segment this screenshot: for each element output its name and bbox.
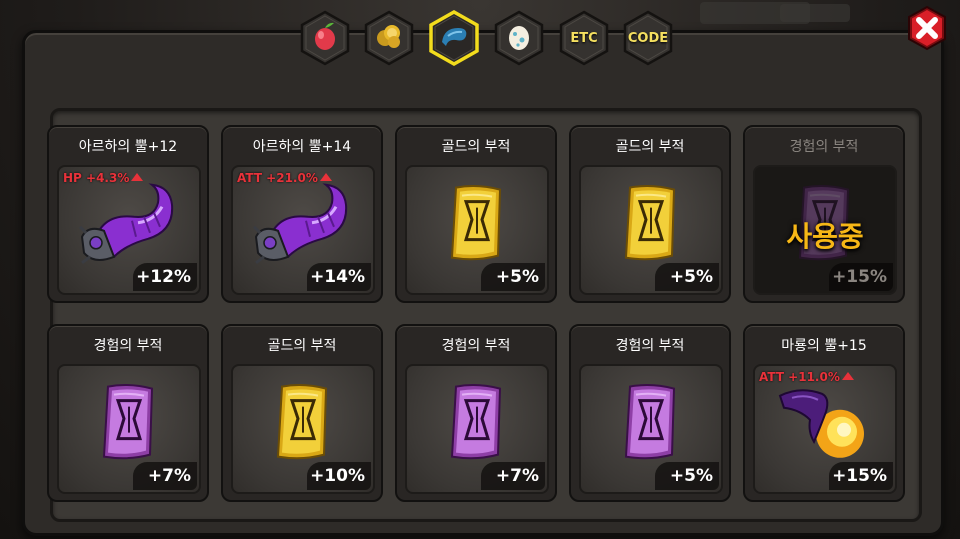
item-slot: +7% [57, 364, 201, 494]
gold-charm-icon [442, 182, 512, 270]
stat-bonus: HP +4.3% [63, 171, 144, 185]
item-slot: 사용중 +15% [753, 165, 897, 295]
item-name: 아르하의 뿔+14 [252, 139, 352, 155]
bonus-percent: +7% [133, 462, 197, 490]
background-decoration [780, 4, 850, 22]
up-arrow-icon [131, 173, 144, 181]
stat-bonus-text: ATT +11.0% [759, 370, 840, 384]
tab-fruit[interactable] [299, 10, 351, 66]
purple-charm-icon [616, 381, 686, 469]
item-slot: ATT +11.0% +15% [753, 364, 897, 494]
bonus-percent: +5% [655, 263, 719, 291]
item-slot: +5% [579, 165, 723, 295]
item-card[interactable]: 아르하의 뿔+12 HP +4.3% +12% [47, 125, 209, 303]
item-name: 마룡의 뿔+15 [781, 338, 867, 354]
bonus-percent: +15% [829, 462, 893, 490]
item-card[interactable]: 마룡의 뿔+15 ATT +11.0% +15% [743, 324, 905, 502]
item-card[interactable]: 골드의 부적 +5% [569, 125, 731, 303]
egg-icon [506, 20, 532, 56]
item-slot: +5% [579, 364, 723, 494]
up-arrow-icon [841, 372, 854, 380]
stat-bonus: ATT +21.0% [237, 171, 332, 185]
horn-icon [438, 22, 470, 54]
item-slot: +7% [405, 364, 549, 494]
item-card[interactable]: 경험의 부적 +5% [569, 324, 731, 502]
tab-label: ETC [570, 30, 598, 46]
bonus-percent: +12% [133, 263, 197, 291]
item-name: 경험의 부적 [441, 338, 511, 354]
tab-egg[interactable] [493, 10, 545, 66]
gold-coins-icon [374, 21, 404, 55]
bonus-percent: +15% [829, 263, 893, 291]
item-slot: HP +4.3% +12% [57, 165, 201, 295]
item-name: 경험의 부적 [789, 139, 859, 155]
item-name: 골드의 부적 [615, 139, 685, 155]
tab-code[interactable]: CODE [622, 10, 674, 66]
gold-charm-icon [268, 381, 338, 469]
bonus-percent: +7% [481, 462, 545, 490]
stat-bonus-text: ATT +21.0% [237, 171, 318, 185]
item-slot: +10% [231, 364, 375, 494]
tab-etc[interactable]: ETC [558, 10, 610, 66]
stat-bonus-text: HP +4.3% [63, 171, 130, 185]
bonus-percent: +5% [481, 263, 545, 291]
in-use-label: 사용중 [786, 220, 864, 253]
item-card[interactable]: 아르하의 뿔+14 ATT +21.0% +14% [221, 125, 383, 303]
bonus-percent: +14% [307, 263, 371, 291]
purple-horn-icon [248, 173, 358, 277]
item-card[interactable]: 골드의 부적 +5% [395, 125, 557, 303]
up-arrow-icon [319, 173, 332, 181]
item-card[interactable]: 골드의 부적 +10% [221, 324, 383, 502]
tab-label: CODE [627, 30, 669, 46]
item-card[interactable]: 경험의 부적 +7% [395, 324, 557, 502]
item-card[interactable]: 경험의 부적 사용중 +15% [743, 125, 905, 303]
purple-charm-icon [442, 381, 512, 469]
close-button[interactable] [904, 5, 950, 51]
purple-charm-icon [94, 381, 164, 469]
bonus-percent: +10% [307, 462, 371, 490]
item-name: 골드의 부적 [441, 139, 511, 155]
tab-gold[interactable] [363, 10, 415, 66]
gold-charm-icon [616, 182, 686, 270]
close-x-icon [908, 5, 946, 51]
purple-horn-icon [74, 173, 184, 277]
bonus-percent: +5% [655, 462, 719, 490]
item-name: 경험의 부적 [615, 338, 685, 354]
dragon-horn-icon [770, 372, 880, 476]
stat-bonus: ATT +11.0% [759, 370, 854, 384]
game-scene: ETC CODE 아르하의 뿔+12 HP +4.3% +12% 아르하의 뿔+14… [0, 0, 960, 539]
tab-horn[interactable] [428, 10, 480, 66]
item-name: 아르하의 뿔+12 [78, 139, 178, 155]
item-slot: +5% [405, 165, 549, 295]
item-name: 경험의 부적 [93, 338, 163, 354]
item-card[interactable]: 경험의 부적 +7% [47, 324, 209, 502]
item-name: 골드의 부적 [267, 338, 337, 354]
item-slot: ATT +21.0% +14% [231, 165, 375, 295]
fruit-icon [310, 20, 340, 56]
